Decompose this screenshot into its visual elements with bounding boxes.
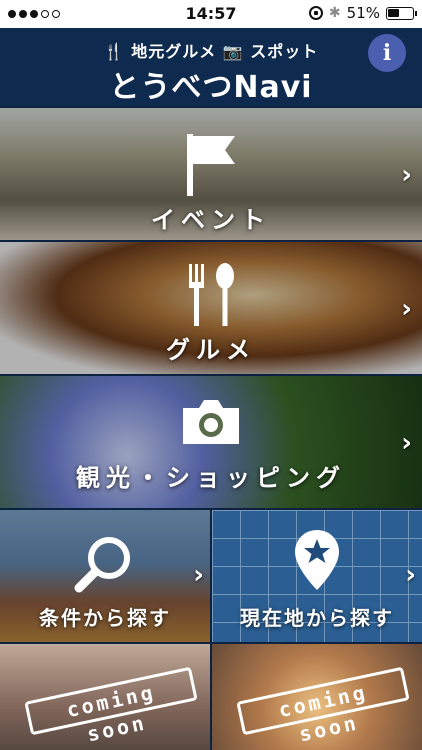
tile-current-location[interactable]: 現在地から探す › [212, 510, 422, 642]
chevron-right-icon: › [401, 160, 412, 190]
tile-coming-soon-2: coming soon [212, 644, 422, 750]
magnifier-icon [74, 537, 130, 593]
tile-event-label: イベント [151, 206, 271, 234]
tile-gourmet[interactable]: グルメ › [0, 242, 422, 374]
battery-percent: 51% [346, 4, 380, 22]
tile-sightseeing-label: 観光・ショッピング [76, 464, 346, 492]
status-right: ✱ 51% [308, 4, 417, 22]
tile-sightseeing[interactable]: 観光・ショッピング › [0, 376, 422, 508]
chevron-right-icon: › [401, 294, 412, 324]
tile-gourmet-label: グルメ [166, 336, 256, 364]
tile-search-by-condition[interactable]: 条件から探す › [0, 510, 210, 642]
chevron-right-icon: › [193, 560, 204, 590]
rotation-lock-icon [308, 6, 323, 20]
chevron-right-icon: › [401, 428, 412, 458]
tile-coming-soon-1: coming soon [0, 644, 210, 750]
app-title: とうべつNavi [109, 70, 313, 105]
tile-current-label: 現在地から探す [240, 606, 394, 630]
info-button[interactable]: i [368, 34, 406, 72]
app-header: 🍴 地元グルメ 📷 スポット とうべつNavi i [0, 28, 422, 106]
flag-icon [187, 134, 235, 196]
location-pin-icon [295, 530, 339, 590]
bluetooth-icon: ✱ [328, 5, 341, 21]
fork-spoon-icon [189, 263, 234, 326]
chevron-right-icon: › [405, 560, 416, 590]
tile-event[interactable]: イベント › [0, 108, 422, 240]
battery-icon [386, 6, 417, 20]
camera-icon [183, 400, 239, 444]
status-bar: 14:57 ✱ 51% [0, 0, 422, 28]
tile-search-label: 条件から探す [39, 606, 171, 630]
header-subtitle: 🍴 地元グルメ 📷 スポット [103, 42, 319, 61]
